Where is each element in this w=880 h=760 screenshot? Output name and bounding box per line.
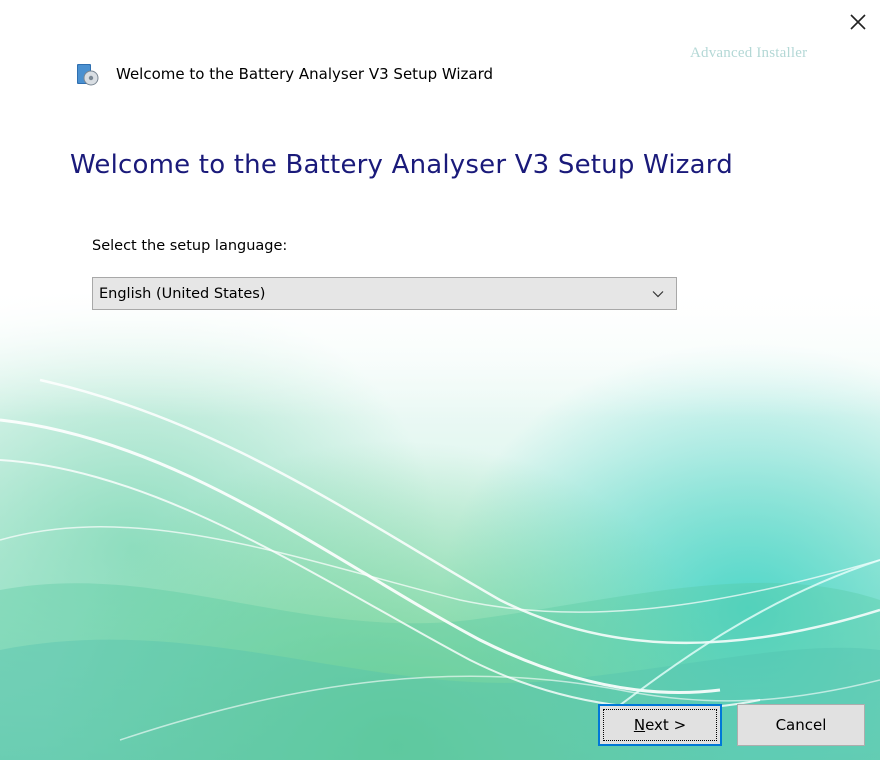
close-icon — [850, 14, 866, 30]
brand-watermark: Advanced Installer — [690, 45, 808, 61]
window-title: Welcome to the Battery Analyser V3 Setup… — [116, 65, 494, 83]
background-wave-art — [0, 0, 880, 760]
next-button[interactable]: Next > — [598, 704, 722, 746]
language-label: Select the setup language: — [92, 238, 288, 254]
cancel-button[interactable]: Cancel — [737, 704, 865, 746]
chevron-down-icon — [652, 290, 664, 297]
window-title-bar: Welcome to the Battery Analyser V3 Setup… — [74, 60, 493, 88]
page-heading: Welcome to the Battery Analyser V3 Setup… — [70, 150, 733, 180]
cancel-button-label: Cancel — [775, 716, 827, 734]
focus-rectangle — [603, 709, 717, 741]
language-select[interactable]: English (United States) — [92, 277, 677, 310]
language-select-value: English (United States) — [99, 285, 266, 302]
close-button[interactable] — [844, 8, 872, 36]
setup-package-icon — [77, 64, 99, 86]
